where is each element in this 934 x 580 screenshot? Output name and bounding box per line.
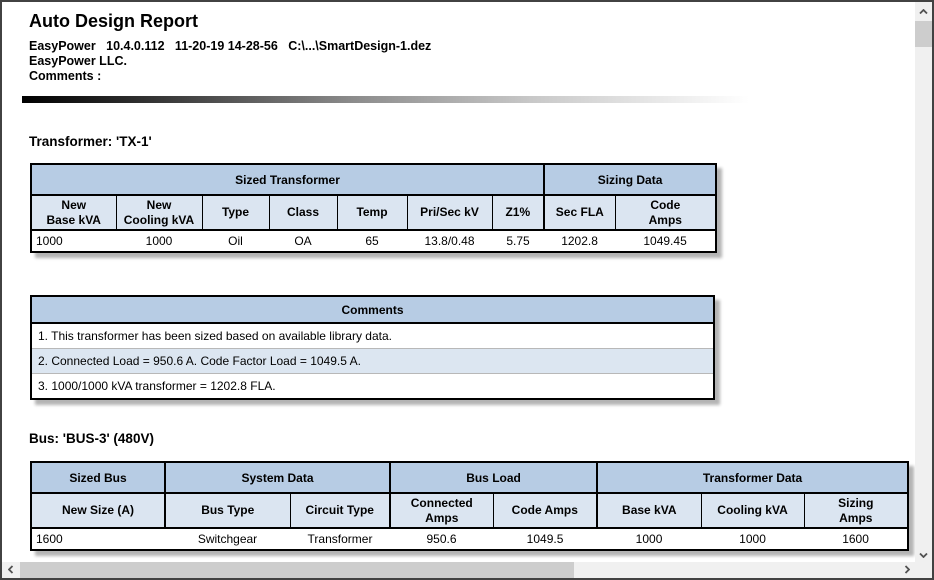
col-header-sec-fla: Sec FLA — [544, 195, 615, 230]
scroll-up-button[interactable] — [915, 2, 932, 19]
report-page: Auto Design Report EasyPower 10.4.0.112 … — [2, 2, 915, 562]
vertical-scrollbar[interactable] — [915, 2, 932, 562]
cell-z1: 5.75 — [492, 230, 544, 252]
cell-sec-fla: 1202.8 — [544, 230, 615, 252]
scroll-left-button[interactable] — [2, 562, 19, 578]
comments-label: Comments : — [29, 69, 101, 83]
chevron-left-icon — [8, 561, 14, 579]
bus-section-title: Bus: 'BUS-3' (480V) — [29, 431, 154, 446]
col-header-connected-amps: Connected Amps — [390, 493, 493, 528]
comments-header: Comments — [31, 296, 714, 323]
cell-connected-amps: 950.6 — [390, 528, 493, 550]
col-header-new-size: New Size (A) — [31, 493, 165, 528]
company-line: EasyPower LLC. — [29, 54, 127, 68]
group-header-system-data: System Data — [165, 462, 390, 493]
transformer-data-row: 1000 1000 Oil OA 65 13.8/0.48 5.75 1202.… — [31, 230, 716, 252]
group-header-bus-load: Bus Load — [390, 462, 597, 493]
report-window: Auto Design Report EasyPower 10.4.0.112 … — [0, 0, 934, 580]
col-header-new-cooling-kva: New Cooling kVA — [116, 195, 202, 230]
transformer-table: Sized Transformer Sizing Data New Base k… — [30, 163, 717, 253]
col-header-new-base-kva: New Base kVA — [31, 195, 116, 230]
cell-circuit-type: Transformer — [290, 528, 390, 550]
transformer-group-header-row: Sized Transformer Sizing Data — [31, 164, 716, 195]
comment-row: 2. Connected Load = 950.6 A. Code Factor… — [31, 349, 714, 374]
col-header-code-amps: Code Amps — [615, 195, 716, 230]
cell-code-amps: 1049.45 — [615, 230, 716, 252]
transformer-column-header-row: New Base kVA New Cooling kVA Type Class … — [31, 195, 716, 230]
cell-class: OA — [269, 230, 337, 252]
chevron-right-icon — [904, 561, 910, 579]
bus-group-header-row: Sized Bus System Data Bus Load Transform… — [31, 462, 908, 493]
cell-cooling-kva: 1000 — [701, 528, 804, 550]
scroll-down-button[interactable] — [915, 545, 932, 562]
group-header-sized-bus: Sized Bus — [31, 462, 165, 493]
comments-table: Comments 1. This transformer has been si… — [30, 295, 715, 400]
cell-new-base-kva: 1000 — [31, 230, 116, 252]
scrollbar-corner — [915, 562, 932, 578]
scroll-right-button[interactable] — [898, 562, 915, 578]
col-header-circuit-type: Circuit Type — [290, 493, 390, 528]
transformer-section-title: Transformer: 'TX-1' — [29, 134, 152, 149]
report-title: Auto Design Report — [29, 11, 198, 32]
chevron-up-icon — [919, 2, 928, 20]
group-header-sizing-data: Sizing Data — [544, 164, 716, 195]
cell-type: Oil — [202, 230, 269, 252]
bus-table: Sized Bus System Data Bus Load Transform… — [30, 461, 909, 551]
bus-column-header-row: New Size (A) Bus Type Circuit Type Conne… — [31, 493, 908, 528]
col-header-bus-type: Bus Type — [165, 493, 290, 528]
app-info-line: EasyPower 10.4.0.112 11-20-19 14-28-56 C… — [29, 39, 431, 53]
col-header-sizing-amps: Sizing Amps — [804, 493, 908, 528]
col-header-z1: Z1% — [492, 195, 544, 230]
col-header-class: Class — [269, 195, 337, 230]
comment-row: 3. 1000/1000 kVA transformer = 1202.8 FL… — [31, 374, 714, 400]
cell-code-amps: 1049.5 — [493, 528, 597, 550]
cell-temp: 65 — [337, 230, 407, 252]
cell-sizing-amps: 1600 — [804, 528, 908, 550]
cell-new-cooling-kva: 1000 — [116, 230, 202, 252]
horizontal-scrollbar-thumb[interactable] — [20, 562, 574, 578]
col-header-code-amps: Code Amps — [493, 493, 597, 528]
horizontal-scrollbar[interactable] — [2, 562, 915, 578]
chevron-down-icon — [919, 545, 928, 563]
col-header-base-kva: Base kVA — [597, 493, 701, 528]
comments-header-row: Comments — [31, 296, 714, 323]
comment-row: 1. This transformer has been sized based… — [31, 323, 714, 349]
col-header-pri-sec-kv: Pri/Sec kV — [407, 195, 492, 230]
cell-pri-sec-kv: 13.8/0.48 — [407, 230, 492, 252]
col-header-type: Type — [202, 195, 269, 230]
comment-3: 3. 1000/1000 kVA transformer = 1202.8 FL… — [31, 374, 714, 400]
comment-2: 2. Connected Load = 950.6 A. Code Factor… — [31, 349, 714, 374]
comment-1: 1. This transformer has been sized based… — [31, 323, 714, 349]
separator-gradient-bar — [22, 96, 749, 103]
bus-data-row: 1600 Switchgear Transformer 950.6 1049.5… — [31, 528, 908, 550]
group-header-sized-transformer: Sized Transformer — [31, 164, 544, 195]
group-header-transformer-data: Transformer Data — [597, 462, 908, 493]
cell-new-size: 1600 — [31, 528, 165, 550]
col-header-cooling-kva: Cooling kVA — [701, 493, 804, 528]
cell-base-kva: 1000 — [597, 528, 701, 550]
vertical-scrollbar-thumb[interactable] — [915, 21, 932, 47]
col-header-temp: Temp — [337, 195, 407, 230]
cell-bus-type: Switchgear — [165, 528, 290, 550]
